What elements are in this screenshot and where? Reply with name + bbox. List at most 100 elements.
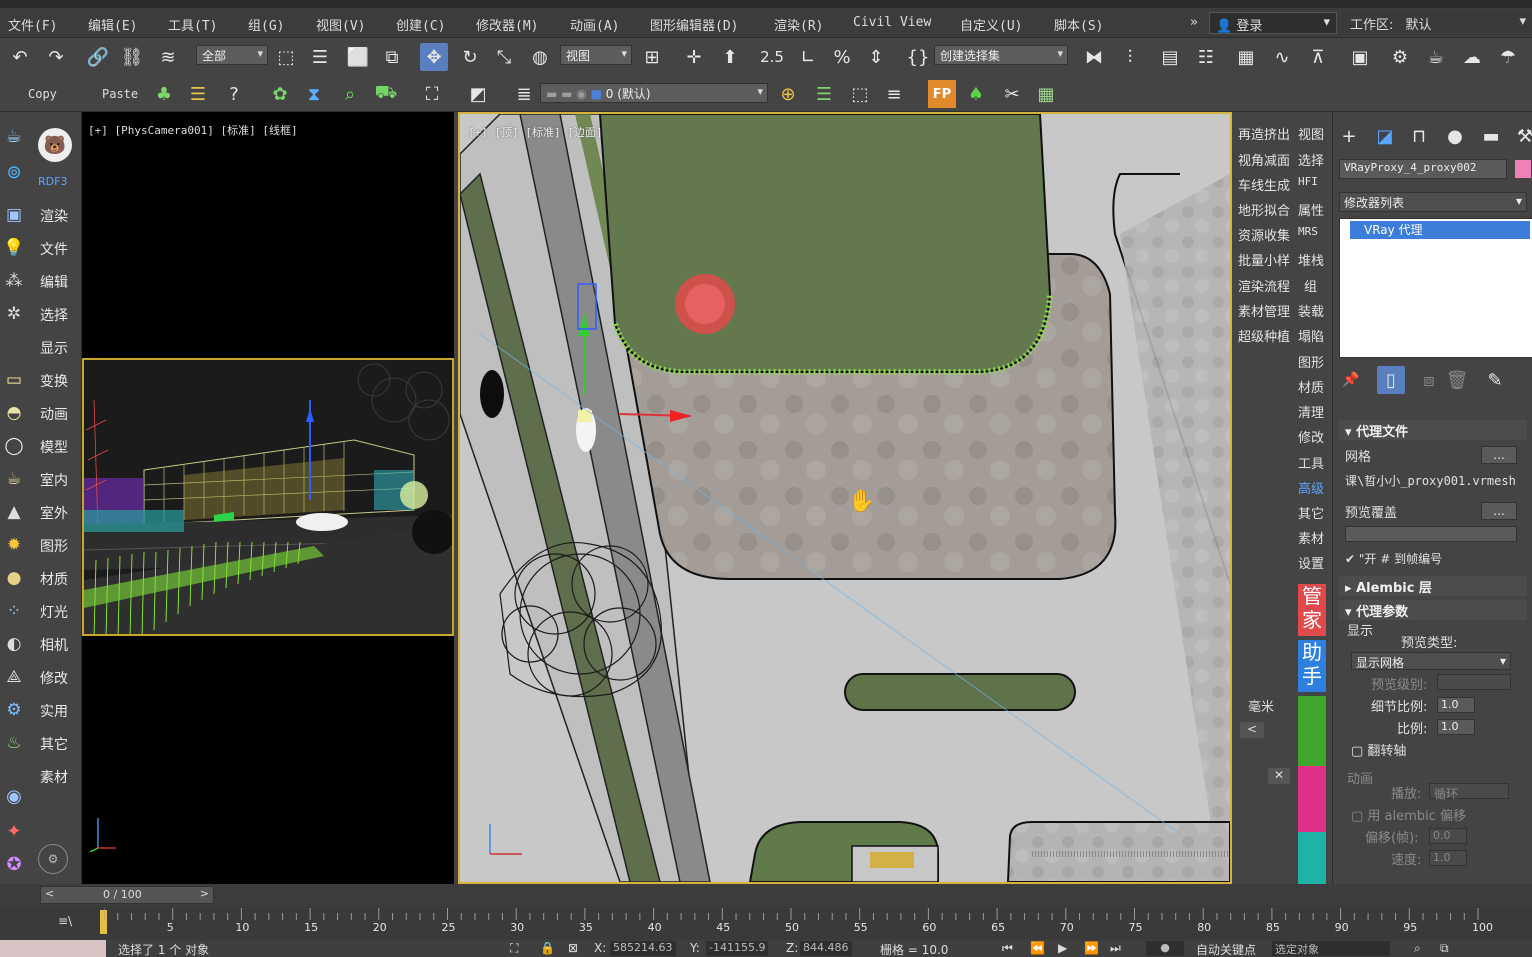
plugin-logo-icon[interactable]: ⊚ [0, 158, 28, 186]
teapot-icon[interactable]: ☕ [0, 122, 28, 150]
time-slider[interactable]: < 0 / 100 > [40, 886, 214, 904]
zoom-icon[interactable]: ⌕ [1414, 941, 1421, 956]
goto-end-icon[interactable]: ⏭ [1110, 941, 1121, 956]
menu-civil-view[interactable]: Civil View [853, 15, 931, 30]
hierarchy-tab-icon[interactable]: ⊓ [1405, 122, 1433, 150]
green-color-tab[interactable] [1298, 696, 1326, 766]
contrast-icon[interactable]: ◩ [464, 80, 492, 108]
maxscript-listener[interactable] [0, 940, 106, 957]
plugin-select-button[interactable]: 选择 [1298, 150, 1324, 169]
selection-filter-dropdown[interactable]: 全部 [196, 45, 268, 65]
auto-key-button[interactable]: 自动关键点 [1196, 941, 1256, 957]
link-icon[interactable]: 🔗 [84, 43, 112, 71]
sidebar-item-modify[interactable]: ⟁ 修改 [0, 662, 82, 692]
show-end-result-icon[interactable]: ▯ [1377, 366, 1405, 394]
sidebar-item-other[interactable]: ♨ 其它 [0, 728, 82, 758]
key-filter-dropdown[interactable]: 选定对象 [1272, 941, 1390, 956]
plugin-batch-sample-button[interactable]: 批量小样 [1238, 250, 1290, 269]
login-dropdown[interactable]: 👤 登录 ▾ [1209, 12, 1337, 34]
menu-tools[interactable]: 工具(T) [168, 15, 217, 34]
frame-number-checkbox[interactable]: ✔ "开 # 到帧编号 [1345, 550, 1442, 567]
layer-manager-icon[interactable]: ≣ [510, 80, 538, 108]
plugin-settings-button[interactable]: 设置 [1298, 553, 1324, 572]
absolute-mode-icon[interactable]: ⊠ [568, 941, 578, 955]
mirror-icon[interactable]: ⧓ [1080, 43, 1108, 71]
sidebar-item-render[interactable]: ▣ 渲染 [0, 200, 82, 230]
scene-explorer-icon[interactable]: ▤ [1156, 43, 1184, 71]
stack-item-vray-proxy[interactable]: VRay 代理 [1350, 221, 1530, 239]
render-online-icon[interactable]: ☂ [1494, 43, 1522, 71]
object-name-field[interactable]: VRayProxy_4_proxy002 [1339, 159, 1507, 179]
percent-snap-icon[interactable]: % [828, 43, 856, 71]
move-icon[interactable]: ✥ [420, 43, 448, 71]
close-icon[interactable]: ✕ [1268, 768, 1290, 784]
plugin-asset-manager-button[interactable]: 素材管理 [1238, 301, 1290, 320]
plugin-collapse-button[interactable]: 塌陷 [1298, 326, 1324, 345]
named-selection-dropdown[interactable]: 创建选择集 [934, 45, 1068, 65]
plugin-advanced-button[interactable]: 高级 [1298, 478, 1324, 497]
prev-key-icon[interactable]: ⏪ [1030, 941, 1045, 955]
menu-file[interactable]: 文件(F) [8, 15, 57, 34]
menu-group[interactable]: 组(G) [248, 15, 284, 34]
sidebar-item-exterior[interactable]: ▲ 室外 [0, 497, 82, 527]
plugin-green-icon[interactable]: ✿ [266, 80, 294, 108]
unlink-icon[interactable]: ⛓ [118, 43, 146, 71]
scale-icon[interactable]: ⤡ [490, 43, 518, 71]
plugin-material-button[interactable]: 材质 [1298, 377, 1324, 396]
plugin-tools-button[interactable]: 工具 [1298, 453, 1324, 472]
plugin-modify-button[interactable]: 修改 [1298, 427, 1324, 446]
proxy-params-rollout[interactable]: ▾ 代理参数 [1339, 600, 1527, 620]
menu-rendering[interactable]: 渲染(R) [774, 15, 823, 34]
menu-animation[interactable]: 动画(A) [570, 15, 619, 34]
window-crossing-icon[interactable]: ⧉ [378, 43, 406, 71]
undo-icon[interactable]: ↶ [6, 43, 34, 71]
scale-spinner[interactable]: 1.0 [1437, 719, 1475, 735]
magenta-color-tab[interactable] [1298, 766, 1326, 832]
plugin-super-plant-button[interactable]: 超级种植 [1238, 326, 1290, 345]
menu-modifiers[interactable]: 修改器(M) [476, 15, 538, 34]
tree-icon[interactable]: ♣ [150, 80, 178, 108]
curve-editor-icon[interactable]: ∿ [1268, 43, 1296, 71]
render-setup-icon[interactable]: ⚙ [1386, 43, 1414, 71]
sidebar-item-edit[interactable]: ⁂ 编辑 [0, 266, 82, 296]
reference-coord-dropdown[interactable]: 视图 [560, 45, 632, 65]
table-icon[interactable]: ▦ [1032, 80, 1060, 108]
sidebar-item-select[interactable]: ✲ 选择 [0, 299, 82, 329]
plugin-other-button[interactable]: 其它 [1298, 503, 1324, 522]
preview-type-dropdown[interactable]: 显示网格 ▾ [1351, 652, 1511, 670]
tools-icon[interactable]: ✂ [998, 80, 1026, 108]
sidebar-item-animation[interactable]: ◓ 动画 [0, 398, 82, 428]
settings-gear-icon[interactable]: ⚙ [38, 844, 68, 874]
align-icon[interactable]: ⫶ [1116, 43, 1144, 71]
modify-tab-icon[interactable]: ◪ [1371, 122, 1399, 150]
top-viewport-label[interactable]: [+] [顶] [标准] [边面] [468, 124, 602, 140]
select-manipulate-icon[interactable]: ✛ [680, 43, 708, 71]
z-coordinate-field[interactable]: 844.486 [800, 941, 852, 956]
layer-stack-icon[interactable]: ☰ [810, 80, 838, 108]
sidebar-item-display[interactable]: 显示 [0, 332, 82, 362]
y-coordinate-field[interactable]: -141155.9 [706, 941, 769, 956]
motion-tab-icon[interactable]: ● [1441, 122, 1469, 150]
list-icon[interactable]: ☰ [184, 80, 212, 108]
plugin-view-button[interactable]: 视图 [1298, 124, 1324, 143]
detail-ratio-spinner[interactable]: 1.0 [1437, 697, 1475, 713]
rotate-icon[interactable]: ↻ [456, 43, 484, 71]
plugin-lane-gen-button[interactable]: 车线生成 [1238, 175, 1290, 194]
forest-pack-icon[interactable]: FP [928, 80, 956, 108]
plugin-search-icon[interactable]: ⌕ [336, 80, 364, 108]
select-by-name-icon[interactable]: ☰ [306, 43, 334, 71]
butler-badge[interactable]: 管家 [1298, 584, 1326, 636]
zoom-all-icon[interactable]: ⧉ [1440, 941, 1449, 956]
next-key-icon[interactable]: ⏩ [1084, 941, 1099, 955]
make-unique-icon[interactable]: ⧈ [1415, 366, 1443, 394]
globe-icon[interactable]: ◉ [0, 782, 28, 810]
render-icon[interactable]: ☁ [1458, 43, 1486, 71]
curve-toggle-icon[interactable]: ≡\ [58, 914, 72, 928]
menu-graph-editors[interactable]: 图形编辑器(D) [650, 15, 738, 34]
sidebar-item-transform[interactable]: ▭ 变换 [0, 365, 82, 395]
place-icon[interactable]: ◍ [526, 43, 554, 71]
object-color-swatch[interactable] [1515, 160, 1531, 178]
sidebar-item-utilities[interactable]: ⚙ 实用 [0, 695, 82, 725]
plugin-group-button[interactable]: 组 [1304, 276, 1317, 295]
next-frame-icon[interactable]: > [200, 887, 209, 900]
